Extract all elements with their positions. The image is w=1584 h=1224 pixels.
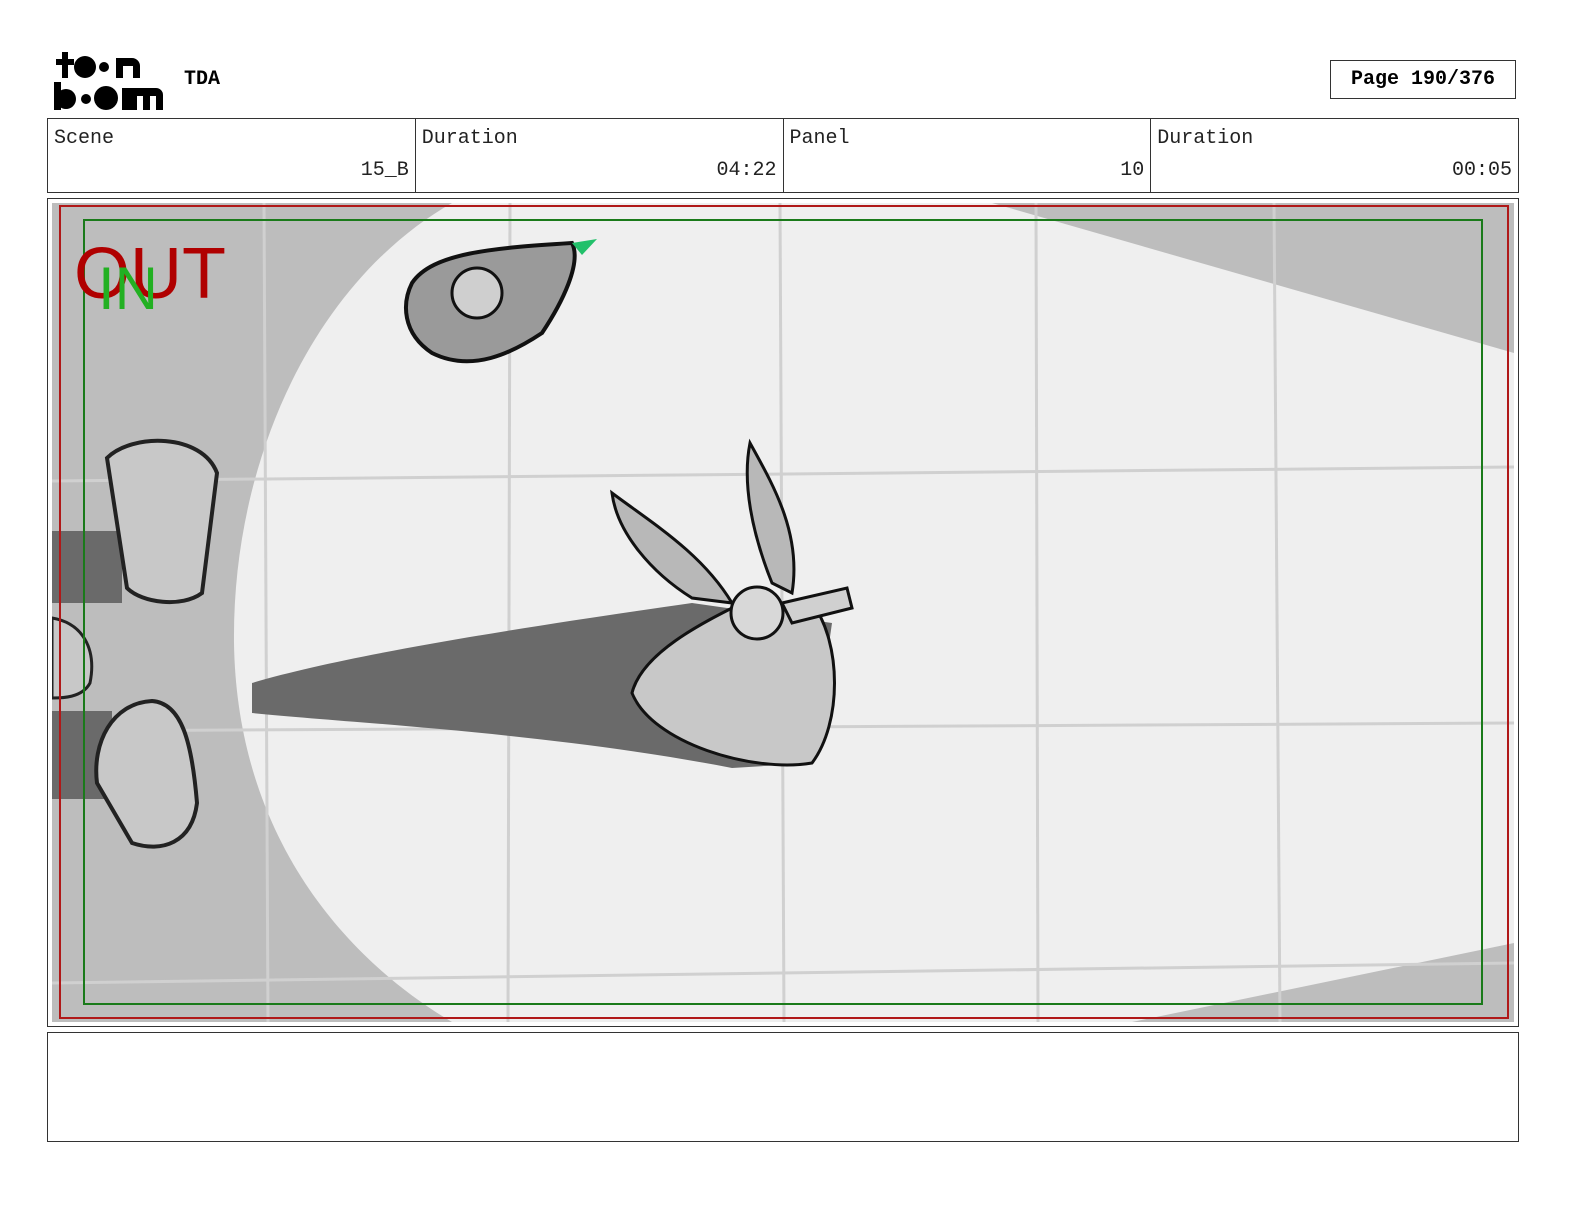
scene-value: 15_B — [360, 159, 409, 182]
scene-duration-value: 04:22 — [716, 159, 777, 182]
panel-label: Panel — [789, 127, 850, 150]
panel-notes — [47, 1032, 1519, 1142]
page-number: Page 190/376 — [1330, 60, 1516, 99]
in-marker: IN — [98, 255, 158, 322]
scene-duration-label: Duration — [421, 127, 518, 150]
storyboard-page: TDA Page 190/376 Scene 15_B Duration 04:… — [0, 0, 1584, 1224]
storyboard-panel: OUT IN — [47, 198, 1519, 1027]
panel-info-header: Scene 15_B Duration 04:22 Panel 10 Durat… — [47, 118, 1519, 193]
project-name: TDA — [184, 68, 221, 91]
scene-label: Scene — [54, 127, 115, 150]
scene-duration-field: Duration 04:22 — [416, 119, 784, 192]
panel-duration-field: Duration 00:05 — [1151, 119, 1518, 192]
scene-field: Scene 15_B — [48, 119, 416, 192]
pillar-1 — [104, 438, 220, 605]
panel-duration-label: Duration — [1157, 127, 1254, 150]
panel-duration-value: 00:05 — [1451, 159, 1512, 182]
panel-drawing: OUT IN — [52, 203, 1514, 1022]
panel-field: Panel 10 — [784, 119, 1152, 192]
toonboom-logo — [52, 50, 164, 112]
panel-value: 10 — [1120, 159, 1145, 182]
